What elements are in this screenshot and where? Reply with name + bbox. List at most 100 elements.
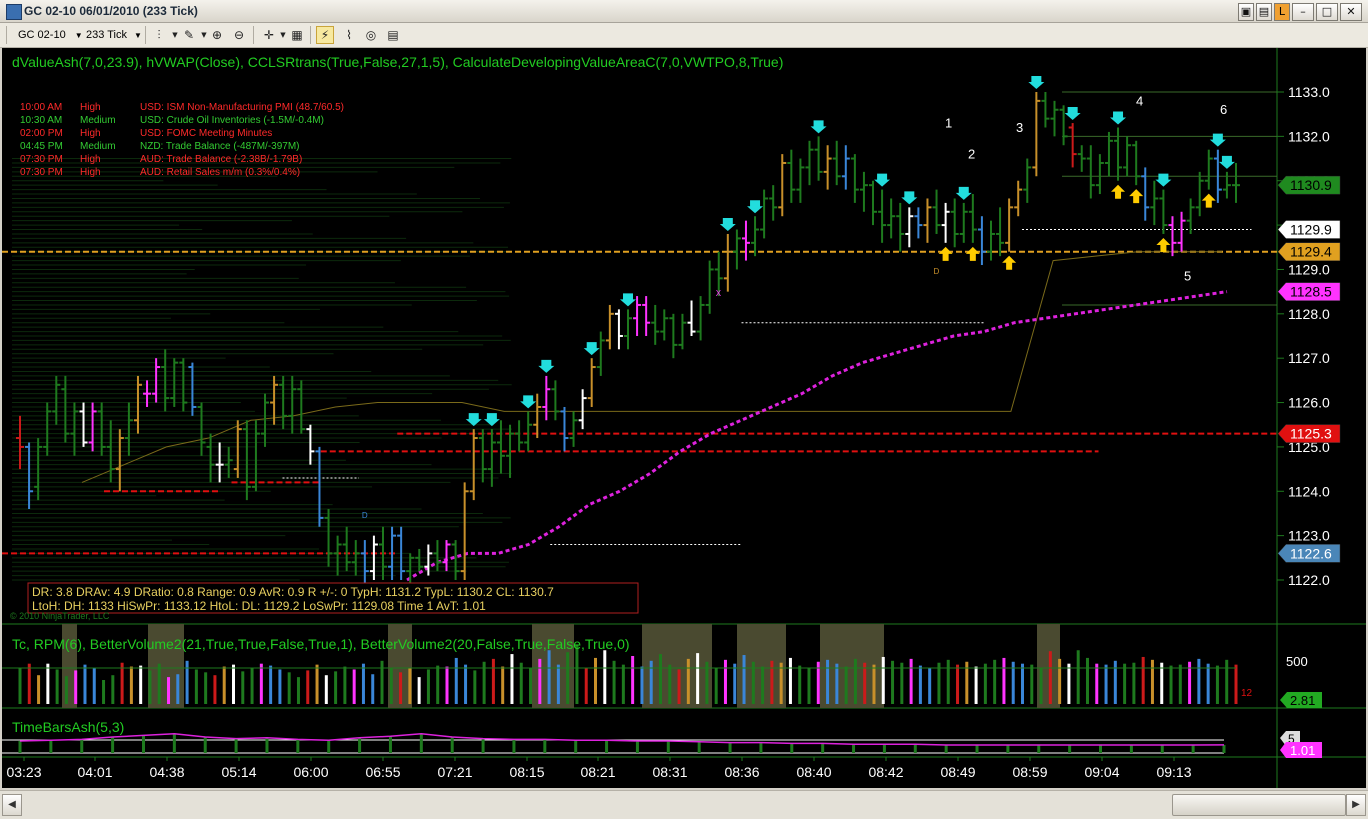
x-tick-label: 08:36: [724, 764, 759, 780]
y-tick-label: 1122.0: [1288, 572, 1330, 588]
x-tick-label: 04:38: [149, 764, 184, 780]
x-tick-label: 03:23: [6, 764, 41, 780]
x-tick-label: 08:40: [796, 764, 831, 780]
y-tick-label: 1129.0: [1288, 261, 1330, 277]
period-label: 233 Tick: [86, 29, 127, 41]
x-tick-label: 05:14: [221, 764, 256, 780]
marker-letter: D: [934, 267, 940, 276]
x-tick-label: 09:04: [1084, 764, 1119, 780]
news-field: 10:00 AM: [20, 102, 62, 113]
price-tag: 1129.9: [1277, 220, 1341, 239]
app-icon: [6, 4, 22, 20]
x-tick-label: 08:21: [580, 764, 615, 780]
news-field: Medium: [80, 141, 116, 152]
y-tick-label: 1127.0: [1288, 350, 1330, 366]
price-tag: 1125.3: [1277, 424, 1341, 443]
y-tick-label: 1124.0: [1288, 483, 1330, 499]
news-field: 10:30 AM: [20, 115, 62, 126]
horizontal-scrollbar[interactable]: ◀ ▶: [0, 790, 1368, 819]
x-tick-label: 07:21: [437, 764, 472, 780]
x-tick-label: 06:55: [365, 764, 400, 780]
indicator-icon[interactable]: ⌇: [340, 26, 358, 44]
news-field: High: [80, 154, 101, 165]
volume-count: 12: [1241, 688, 1253, 699]
news-field: AUD: Trade Balance (-2.38B/-1.79B): [140, 154, 302, 165]
news-field: 07:30 PM: [20, 167, 63, 178]
news-field: USD: FOMC Meeting Minutes: [140, 128, 272, 139]
price-tag: 1122.6: [1277, 544, 1341, 563]
scroll-right-button[interactable]: ▶: [1346, 794, 1366, 816]
toolbar-separator: [145, 26, 146, 44]
x-tick-label: 08:49: [940, 764, 975, 780]
wave-label: 2: [968, 147, 975, 162]
cascade-icon[interactable]: ▤: [1256, 3, 1272, 21]
volume-value-tag: 2.81: [1280, 692, 1322, 708]
period-selector[interactable]: 233 Tick ▼: [86, 26, 142, 44]
y-tick-label: 1123.0: [1288, 528, 1330, 544]
chevron-down-icon: ▼: [134, 31, 142, 40]
toolbar-separator: [310, 26, 311, 44]
news-field: 04:45 PM: [20, 141, 63, 152]
wave-label: 5: [1184, 269, 1191, 284]
volume-legend: Tc, RPM(6), BetterVolume2(21,True,True,F…: [12, 636, 630, 652]
y-tick-label: 1126.0: [1288, 395, 1330, 411]
price-tag-label: 1125.3: [1290, 426, 1332, 442]
zoom-out-icon[interactable]: ⊖: [230, 26, 248, 44]
marker-letter: D: [362, 511, 368, 520]
y-tick-label: 1133.0: [1288, 84, 1330, 100]
price-tag-label: 1129.4: [1290, 244, 1332, 260]
news-field: High: [80, 167, 101, 178]
chart-area[interactable]: DDX 123456 1122.0 1123.0 1124.0 1125.0 1126.…: [2, 48, 1366, 788]
maximize-button[interactable]: □: [1316, 3, 1338, 21]
x-tick-label: 08:31: [652, 764, 687, 780]
link-button[interactable]: L: [1274, 3, 1290, 21]
chart-toolbar: GC 02-10 ▼ 233 Tick ▼ ⫶ ▼ ✎ ▼ ⊕ ⊖ ✛ ▼ ▦ …: [0, 23, 1368, 48]
price-tag-label: 1129.9: [1290, 222, 1332, 238]
y-tick-label: 1132.0: [1288, 128, 1330, 144]
stats-line-1: DR: 3.8 DRAv: 4.9 DRatio: 0.8 Range: 0.9…: [32, 585, 554, 599]
news-field: USD: Crude Oil Inventories (-1.5M/-0.4M): [140, 115, 324, 126]
timebars-value-label: 1.01: [1290, 743, 1315, 758]
scroll-thumb[interactable]: [1172, 794, 1346, 816]
news-field: USD: ISM Non-Manufacturing PMI (48.7/60.…: [140, 102, 344, 113]
volume-tag-label: 2.81: [1290, 693, 1315, 708]
instrument-selector[interactable]: GC 02-10 ▼: [18, 26, 83, 44]
globe-icon[interactable]: ◎: [362, 26, 380, 44]
y-tick-label: 1128.0: [1288, 306, 1330, 322]
window-titlebar: GC 02-10 06/01/2010 (233 Tick) ▣ ▤ L – □…: [0, 0, 1368, 23]
properties-icon[interactable]: ▦: [288, 26, 306, 44]
news-field: NZD: Trade Balance (-487M/-397M): [140, 141, 300, 152]
zoom-in-icon[interactable]: ⊕: [208, 26, 226, 44]
data-box-icon[interactable]: ▤: [384, 26, 402, 44]
news-field: High: [80, 128, 101, 139]
wave-label: 4: [1136, 93, 1143, 108]
x-tick-label: 08:59: [1012, 764, 1047, 780]
price-tag-label: 1130.9: [1290, 177, 1332, 193]
chevron-down-icon: ▼: [74, 31, 83, 40]
wave-label: 3: [1016, 120, 1023, 135]
news-field: 02:00 PM: [20, 128, 63, 139]
price-tag-label: 1128.5: [1290, 284, 1332, 300]
marker-letter: X: [716, 289, 722, 298]
wave-label: 6: [1220, 102, 1227, 117]
minimize-button[interactable]: –: [1292, 3, 1314, 21]
instrument-label: GC 02-10: [18, 29, 66, 41]
close-button[interactable]: ✕: [1340, 3, 1362, 21]
news-field: AUD: Retail Sales m/m (0.3%/0.4%): [140, 167, 300, 178]
price-tag: 1130.9: [1277, 175, 1341, 195]
x-tick-label: 06:00: [293, 764, 328, 780]
timebars-tag-value: 1.01: [1280, 742, 1322, 758]
x-tick-label: 09:13: [1156, 764, 1191, 780]
strategy-icon[interactable]: ⚡: [316, 26, 334, 44]
scroll-left-button[interactable]: ◀: [2, 794, 22, 816]
price-tag-label: 1122.6: [1290, 545, 1332, 561]
price-tag: 1128.5: [1277, 282, 1341, 301]
copyright: © 2010 NinjaTrader, LLC: [10, 611, 110, 621]
chart-svg[interactable]: DDX 123456 1122.01123.01124.01125.01126.…: [2, 48, 1366, 788]
price-tag: 1129.4: [1277, 242, 1341, 261]
window-buttons: ▣ ▤ L – □ ✕: [1238, 3, 1362, 21]
tile-icon[interactable]: ▣: [1238, 3, 1254, 21]
x-tick-label: 04:01: [77, 764, 112, 780]
wave-label: 1: [945, 115, 952, 130]
news-field: High: [80, 102, 101, 113]
